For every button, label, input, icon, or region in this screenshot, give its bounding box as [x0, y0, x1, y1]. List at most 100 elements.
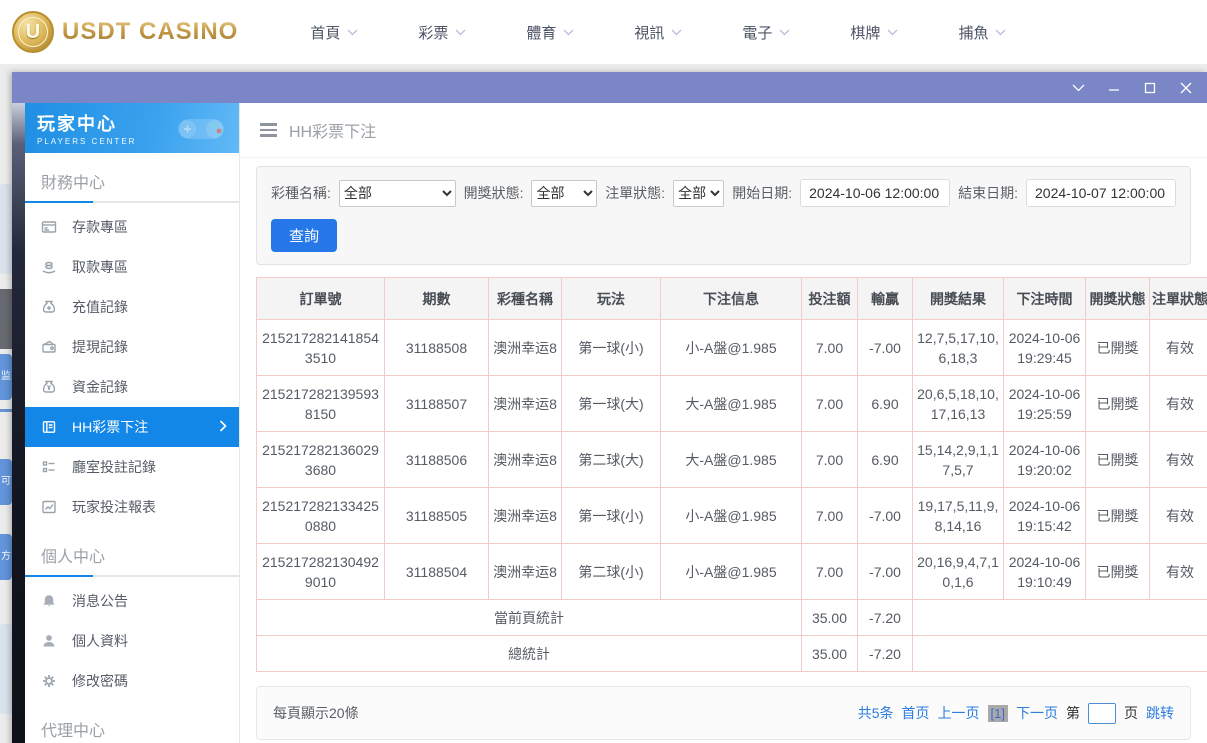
site-logo[interactable]: U USDT CASINO: [12, 11, 238, 53]
coin-letter: U: [18, 17, 48, 47]
table-cell: 2152172821418543510: [256, 319, 385, 376]
pagination-prev[interactable]: 上一页: [938, 703, 980, 723]
table-cell: 有效: [1149, 375, 1207, 432]
nav-item[interactable]: 棋牌: [850, 22, 898, 43]
table-cell: 2152172821334250880: [256, 487, 385, 544]
sidebar-item-label: 廳室投註記錄: [72, 459, 156, 475]
summary-label: 當前頁統計: [256, 599, 802, 636]
table-cell: -7.00: [857, 319, 913, 376]
chevron-down-icon: [887, 29, 898, 35]
sidebar-item-label: 存款專區: [72, 219, 128, 235]
nav-item[interactable]: 視訊: [634, 22, 682, 43]
column-header: 玩法: [561, 277, 661, 320]
table-cell: 已開獎: [1085, 431, 1150, 488]
chevron-down-icon: [455, 29, 466, 35]
pagination-jump-pre: 第: [1066, 705, 1080, 721]
search-button[interactable]: 查詢: [271, 219, 338, 252]
table-cell: 澳洲幸运8: [488, 431, 562, 488]
chevron-down-icon: [779, 29, 790, 35]
sidebar-item-withdraw[interactable]: 取款專區: [25, 247, 239, 287]
withdraw-hand-icon: [40, 259, 57, 276]
pagination-first[interactable]: 首页: [902, 703, 930, 723]
nav-item-label: 體育: [526, 24, 557, 42]
bet-table-wrap: 訂單號 期數 彩種名稱 玩法 下注信息 投注額 輸贏 開獎結果 下注時間 開獎狀態 注單狀態 215…: [256, 277, 1207, 672]
window-close-button[interactable]: [1173, 77, 1199, 99]
nav-item[interactable]: 首頁: [310, 22, 358, 43]
pagination-current-page: [1]: [987, 704, 1008, 722]
nav-item-label: 視訊: [634, 24, 665, 42]
window-body: 玩家中心 PLAYERS CENTER 財務中心 存款專區 取款專區 充值記錄 …: [12, 103, 1207, 743]
section-underline: [25, 575, 239, 577]
hamburger-menu-icon[interactable]: [260, 123, 277, 137]
table-cell: -7.00: [857, 543, 913, 600]
start-date-input[interactable]: [800, 179, 951, 207]
gamepad-icon: [178, 119, 224, 139]
end-date-label: 結束日期:: [958, 185, 1019, 201]
sidebar-item-room-bet-record[interactable]: 廳室投註記錄: [25, 447, 239, 487]
draw-status-label: 開獎狀態:: [463, 185, 524, 201]
page-jump-input[interactable]: [1088, 702, 1116, 724]
table-cell: 大-A盤@1.985: [660, 431, 802, 488]
sidebar-item-player-bet-report[interactable]: 玩家投注報表: [25, 487, 239, 527]
page-size-text: 每頁顯示20條: [273, 705, 359, 721]
table-cell: 20,16,9,4,7,10,1,6: [912, 543, 1004, 600]
column-header: 注單狀態: [1149, 277, 1207, 320]
pagination-total: 共5条: [857, 705, 894, 721]
window-maximize-button[interactable]: [1137, 77, 1163, 99]
withdrawal-wallet-icon: [40, 339, 57, 356]
column-header: 期數: [384, 277, 489, 320]
sidebar-item-hh-lottery-bets[interactable]: HH彩票下注: [25, 407, 239, 447]
main-content: HH彩票下注 彩種名稱: 全部 開獎狀態: 全部 注單狀態: 全部 開始日期: …: [240, 103, 1207, 743]
table-cell: 31188505: [384, 487, 489, 544]
sidebar-item-change-password[interactable]: 修改密碼: [25, 661, 239, 701]
sidebar-item-withdrawal-record[interactable]: 提現記錄: [25, 327, 239, 367]
nav-item[interactable]: 電子: [742, 22, 790, 43]
site-topbar: U USDT CASINO 首頁 彩票 體育 視訊 電子 棋牌 捕魚: [0, 0, 1207, 64]
watermark-badge: 可: [0, 459, 12, 505]
column-header: 開獎結果: [912, 277, 1004, 320]
chevron-down-icon: [563, 29, 574, 35]
column-header: 彩種名稱: [488, 277, 562, 320]
table-cell: 澳洲幸运8: [488, 543, 562, 600]
lottery-name-select[interactable]: 全部: [338, 179, 456, 207]
draw-status-select[interactable]: 全部: [531, 179, 598, 207]
sidebar-item-profile[interactable]: 個人資料: [25, 621, 239, 661]
sidebar-item-label: 提現記錄: [72, 339, 128, 355]
nav-item[interactable]: 彩票: [418, 22, 466, 43]
window-collapse-button[interactable]: [1065, 77, 1091, 99]
watermark-soft-shape: [0, 184, 12, 274]
table-cell: 2152172821360293680: [256, 431, 385, 488]
lottery-name-label: 彩種名稱:: [271, 185, 331, 201]
table-cell: 6.90: [857, 431, 913, 488]
table-cell: 7.00: [801, 319, 858, 376]
pagination-next[interactable]: 下一页: [1016, 703, 1058, 723]
main-header: HH彩票下注: [240, 103, 1207, 158]
nav-item[interactable]: 體育: [526, 22, 574, 43]
table-row: 2152172821395938150 31188507 澳洲幸运8 第一球(大) 大-…: [256, 375, 1207, 432]
sidebar-item-deposit[interactable]: 存款專區: [25, 207, 239, 247]
sidebar-item-recharge-record[interactable]: 充值記錄: [25, 287, 239, 327]
sidebar-item-label: 玩家投注報表: [72, 499, 156, 515]
table-cell: 2024-10-06 19:15:42: [1003, 487, 1086, 544]
nav-item[interactable]: 捕魚: [958, 22, 1006, 43]
sidebar-item-funds-record[interactable]: 資金記錄: [25, 367, 239, 407]
table-cell: 澳洲幸运8: [488, 487, 562, 544]
table-cell: 31188507: [384, 375, 489, 432]
table-cell: 2152172821395938150: [256, 375, 385, 432]
sidebar-item-announcements[interactable]: 消息公告: [25, 581, 239, 621]
table-cell: 20,6,5,18,10,17,16,13: [912, 375, 1004, 432]
window-minimize-button[interactable]: [1101, 77, 1127, 99]
table-cell: 小-A盤@1.985: [660, 487, 802, 544]
pagination-jump-button[interactable]: 跳转: [1146, 703, 1174, 723]
recharge-bag-icon: [40, 299, 57, 316]
summary-winloss-total: -7.20: [857, 599, 913, 636]
watermark-shape: [0, 289, 12, 349]
table-cell: 19,17,5,11,9,8,14,16: [912, 487, 1004, 544]
nav-item-label: 彩票: [418, 24, 449, 42]
end-date-input[interactable]: [1026, 179, 1177, 207]
bell-icon: [40, 593, 57, 610]
order-status-select[interactable]: 全部: [673, 179, 725, 207]
section-title-personal: 個人中心: [41, 549, 106, 566]
table-cell: 第一球(大): [561, 375, 661, 432]
summary-empty-cell: [912, 635, 1207, 672]
